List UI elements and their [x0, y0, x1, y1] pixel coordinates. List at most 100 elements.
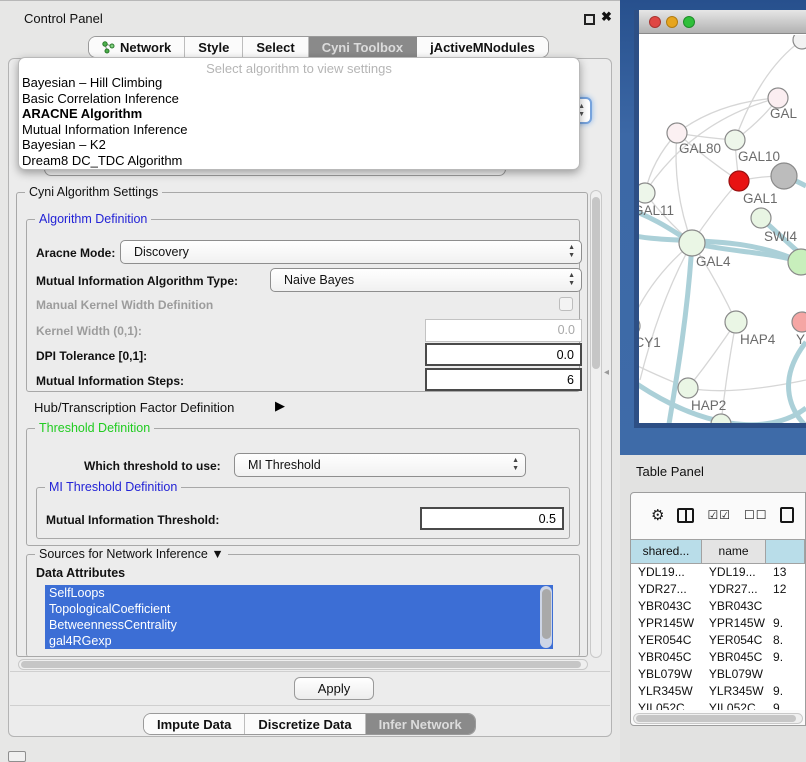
settings-hscrollbar[interactable] [18, 659, 588, 670]
manual-kernel-checkbox[interactable] [559, 297, 573, 311]
control-panel-tabs: Network Style Select Cyni Toolbox jActiv… [88, 36, 549, 58]
network-node[interactable] [793, 35, 806, 49]
group-title: Threshold Definition [35, 421, 154, 435]
table-row[interactable]: YBR045CYBR045C9. [631, 649, 805, 666]
network-edge[interactable] [688, 322, 736, 388]
aracne-mode-combo[interactable]: Discovery ▲▼ [120, 240, 582, 264]
apply-button[interactable]: Apply [294, 677, 374, 700]
gear-icon[interactable]: ⚙ [651, 506, 664, 524]
scrollbar-thumb[interactable] [542, 589, 551, 639]
network-edge[interactable] [735, 40, 802, 140]
which-threshold-combo[interactable]: MI Threshold ▲▼ [234, 453, 526, 477]
document-icon[interactable] [780, 507, 794, 523]
tab-impute-data[interactable]: Impute Data [144, 714, 245, 734]
table-row[interactable]: YDR27...YDR27...12 [631, 581, 805, 598]
network-node[interactable] [729, 171, 749, 191]
table-row[interactable]: YIL052CYIL052C9. [631, 700, 805, 710]
network-node[interactable] [792, 312, 806, 332]
list-item-selected[interactable]: BetweennessCentrality [45, 617, 553, 633]
scrollbar-thumb[interactable] [21, 661, 581, 668]
table-row[interactable]: YDL19...YDL19...13 [631, 564, 805, 581]
network-node[interactable] [768, 88, 788, 108]
tab-discretize-data[interactable]: Discretize Data [245, 714, 365, 734]
network-node[interactable] [751, 208, 771, 228]
table-cell: YDR27... [631, 581, 702, 598]
network-node-label: GAL80 [679, 141, 721, 156]
combo-value: MI Threshold [248, 458, 321, 472]
dropdown-item[interactable]: Mutual Information Inference [19, 122, 579, 138]
tab-network[interactable]: Network [89, 37, 185, 57]
split-view-icon[interactable] [677, 508, 694, 523]
network-node[interactable] [788, 249, 806, 275]
network-node[interactable] [725, 130, 745, 150]
mi-steps-field[interactable]: 6 [425, 368, 582, 391]
network-node-label: HAP4 [740, 332, 776, 347]
tab-select[interactable]: Select [243, 37, 308, 57]
tab-jactivemnodules[interactable]: jActiveMNodules [417, 37, 548, 57]
table-row[interactable]: YPR145WYPR145W9. [631, 615, 805, 632]
network-node[interactable] [771, 163, 797, 189]
tab-infer-network[interactable]: Infer Network [366, 714, 475, 734]
tab-style[interactable]: Style [185, 37, 243, 57]
network-node[interactable] [667, 123, 687, 143]
table-panel-window: ⚙ ☑☑ ☐☐ shared... name YDL19...YDL19...1… [630, 492, 806, 726]
dropdown-item[interactable]: Bayesian – K2 [19, 137, 579, 153]
table-cell: YPR145W [631, 615, 702, 632]
table-row[interactable]: YBL079WYBL079W [631, 666, 805, 683]
table-rows: YDL19...YDL19...13YDR27...YDR27...12YBR0… [631, 564, 805, 710]
list-item-selected[interactable]: TopologicalCoefficient [45, 601, 553, 617]
table-hscrollbar[interactable] [633, 713, 803, 724]
collapsed-panel-icon[interactable] [8, 751, 26, 762]
mi-type-combo[interactable]: Naive Bayes ▲▼ [270, 268, 582, 292]
kernel-width-field[interactable]: 0.0 [425, 319, 582, 342]
column-header-name[interactable]: name [702, 539, 766, 564]
scrollbar-thumb[interactable] [636, 715, 796, 722]
mi-threshold-field[interactable]: 0.5 [420, 507, 564, 530]
collapse-arrow-icon[interactable]: ▼ [211, 547, 223, 561]
scrollbar-thumb[interactable] [592, 197, 600, 369]
settings-scrollbar[interactable] [590, 190, 602, 658]
attribute-list-scrollbar[interactable] [540, 586, 552, 648]
dropdown-item[interactable]: Basic Correlation Inference [19, 91, 579, 107]
table-cell: YBR045C [631, 649, 702, 666]
unchecked-boxes-icon[interactable]: ☐☐ [744, 508, 768, 522]
dropdown-item-highlighted[interactable]: ARACNE Algorithm [19, 106, 579, 122]
network-canvas[interactable]: GALGAL80GAL10GAL1GAL11SWI4GAL4GCY1HAP4YH… [639, 35, 806, 423]
dropdown-item[interactable]: Dream8 DC_TDC Algorithm [19, 153, 579, 169]
list-item-selected[interactable]: SelfLoops [45, 585, 553, 601]
checked-boxes-icon[interactable]: ☑☑ [707, 508, 731, 522]
network-node[interactable] [725, 311, 747, 333]
table-row[interactable]: YLR345WYLR345W9. [631, 683, 805, 700]
manual-kernel-label: Manual Kernel Width Definition [36, 298, 213, 312]
network-window-titlebar[interactable] [639, 10, 806, 34]
network-node[interactable] [639, 183, 655, 203]
control-panel-title: Control Panel [24, 11, 103, 26]
list-item-selected[interactable]: gal4RGexp [45, 633, 553, 649]
network-node[interactable] [679, 230, 705, 256]
table-row[interactable]: YBR043CYBR043C [631, 598, 805, 615]
column-header-partial[interactable] [766, 539, 805, 564]
float-window-icon[interactable] [584, 14, 595, 25]
network-node[interactable] [678, 378, 698, 398]
network-node[interactable] [711, 414, 731, 423]
splitter-handle[interactable]: ◂ [604, 367, 609, 378]
zoom-traffic-light[interactable] [683, 16, 695, 28]
separator [10, 671, 610, 672]
aracne-mode-label: Aracne Mode: [36, 246, 115, 260]
minimize-traffic-light[interactable] [666, 16, 678, 28]
table-cell: YER054C [631, 632, 702, 649]
close-icon[interactable]: ✖ [601, 9, 612, 25]
table-panel-title: Table Panel [636, 464, 704, 479]
tab-cyni-toolbox[interactable]: Cyni Toolbox [309, 37, 417, 57]
network-node-label: GAL4 [696, 254, 731, 269]
dropdown-item[interactable]: Bayesian – Hill Climbing [19, 75, 579, 91]
expand-arrow-icon[interactable]: ▶ [275, 398, 285, 414]
close-traffic-light[interactable] [649, 16, 661, 28]
network-node[interactable] [639, 316, 640, 336]
table-cell: YBR043C [631, 598, 702, 615]
column-header-shared[interactable]: shared... [631, 539, 702, 564]
dpi-tolerance-field[interactable]: 0.0 [425, 343, 582, 366]
table-row[interactable]: YER054CYER054C8. [631, 632, 805, 649]
table-cell [766, 666, 805, 683]
tab-label: Impute Data [157, 717, 231, 732]
